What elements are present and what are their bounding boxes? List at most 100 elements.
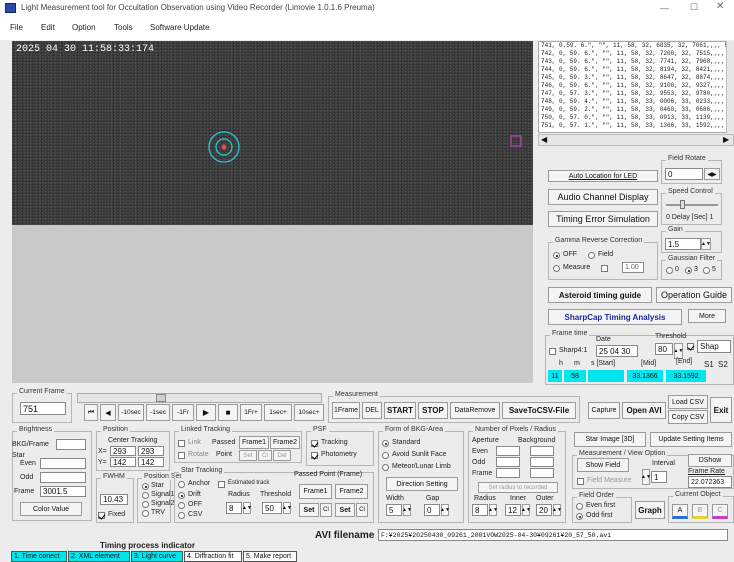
- direction-setting-button[interactable]: Direction Setting: [386, 477, 458, 491]
- sharp41-checkbox[interactable]: [549, 348, 556, 355]
- tracking-radius-input[interactable]: 8: [226, 502, 242, 514]
- gap-input[interactable]: 0: [424, 504, 440, 516]
- data-remove-button[interactable]: DataRemove: [450, 402, 500, 419]
- field-rotate-spinner[interactable]: ◀▶: [704, 168, 720, 180]
- linked-frame2-button[interactable]: Frame2: [270, 436, 300, 449]
- plus-10sec-button[interactable]: 10sec+: [294, 404, 324, 421]
- one-frame-button[interactable]: 1Frame: [332, 402, 360, 419]
- minus-1sec-button[interactable]: -1sec: [146, 404, 170, 421]
- menu-file[interactable]: File: [10, 23, 23, 32]
- estimated-track-checkbox[interactable]: [218, 481, 225, 488]
- load-csv-button[interactable]: Load CSV: [668, 395, 708, 409]
- exit-button[interactable]: Exit: [710, 397, 732, 423]
- csv-radio[interactable]: [178, 512, 185, 519]
- field-rotate-input[interactable]: 0: [665, 168, 703, 180]
- y-value-2[interactable]: 142: [138, 457, 164, 467]
- timing-error-simulation-button[interactable]: Timing Error Simulation: [548, 211, 658, 227]
- link-checkbox[interactable]: [178, 440, 185, 447]
- log-list[interactable]: 741, 0.59. 6.", "", 11, 58, 32, 6835, 32…: [538, 41, 734, 133]
- threshold-spinner[interactable]: ▲▼: [674, 343, 683, 359]
- ps-signal2-radio[interactable]: [142, 501, 149, 508]
- stop-playback-button[interactable]: ■: [218, 404, 238, 421]
- passed-cl2-button[interactable]: Cl: [356, 503, 368, 517]
- operation-guide-button[interactable]: Operation Guide: [656, 287, 732, 303]
- copy-csv-button[interactable]: Copy CSV: [668, 410, 708, 424]
- fixed-checkbox[interactable]: [98, 512, 105, 519]
- shap-checkbox[interactable]: [687, 343, 694, 350]
- step-xml-element[interactable]: 2. XML element: [68, 551, 130, 562]
- asteroid-timing-guide-button[interactable]: Asteroid timing guide: [548, 287, 652, 303]
- linked-del-button[interactable]: Del: [273, 450, 291, 461]
- object-a-button[interactable]: A: [672, 504, 688, 519]
- close-icon[interactable]: ✕: [716, 1, 724, 12]
- y-value-1[interactable]: 142: [110, 457, 136, 467]
- np-radius-input[interactable]: 8: [472, 504, 488, 516]
- linked-frame1-button[interactable]: Frame1: [239, 436, 269, 449]
- even-first-radio[interactable]: [576, 503, 583, 510]
- step-back-button[interactable]: ◀: [100, 404, 116, 421]
- step-time-conect[interactable]: 1. Time conect: [11, 551, 67, 562]
- speed-slider-thumb[interactable]: [680, 200, 685, 209]
- step-light-curve[interactable]: 3. Light curve: [131, 551, 183, 562]
- np-inner-input[interactable]: 12: [505, 504, 521, 516]
- update-setting-items-button[interactable]: Update Setting Items: [650, 432, 732, 447]
- passed-set1-button[interactable]: Set: [299, 503, 319, 517]
- linked-set-button[interactable]: Set: [239, 450, 257, 461]
- scroll-right-icon[interactable]: ▶: [723, 135, 729, 144]
- x-value-1[interactable]: 293: [110, 446, 136, 456]
- off-radio[interactable]: [178, 502, 185, 509]
- tracking-checkbox[interactable]: [311, 440, 318, 447]
- standard-radio[interactable]: [382, 440, 389, 447]
- photometry-checkbox[interactable]: [311, 452, 318, 459]
- graph-button[interactable]: Graph: [635, 501, 665, 519]
- play-button[interactable]: ▶: [196, 404, 216, 421]
- object-c-button[interactable]: C: [712, 504, 728, 519]
- avi-filename-field[interactable]: F:¥2025¥20250430_09261_2001VOW2025-04-30…: [378, 529, 728, 541]
- np-outer-input[interactable]: 20: [536, 504, 552, 516]
- gap-spinner[interactable]: ▲▼: [440, 504, 450, 516]
- passed-cl1-button[interactable]: Cl: [320, 503, 332, 517]
- gaussian-5-radio[interactable]: [703, 267, 710, 274]
- passed-frame2-button[interactable]: Frame2: [335, 484, 368, 499]
- meteor-lunar-radio[interactable]: [382, 464, 389, 471]
- step-diffraction-fit[interactable]: 4. Diffraction fit: [184, 551, 242, 562]
- s2-label[interactable]: S2: [718, 360, 728, 369]
- ps-trv-radio[interactable]: [142, 510, 149, 517]
- star-image-3d-button[interactable]: Star Image [3D]: [574, 432, 646, 447]
- avoid-sunlit-radio[interactable]: [382, 452, 389, 459]
- dshow-button[interactable]: DShow: [688, 454, 732, 467]
- speed-slider-track[interactable]: [666, 204, 718, 206]
- minus-1frame-button[interactable]: -1Fr: [172, 404, 194, 421]
- frame-scrollbar-thumb[interactable]: [156, 394, 166, 402]
- first-frame-button[interactable]: ⏮: [84, 404, 98, 421]
- np-radius-spinner[interactable]: ▲▼: [488, 504, 498, 516]
- frame-scrollbar[interactable]: [77, 393, 322, 403]
- ps-star-radio[interactable]: [142, 483, 149, 490]
- video-display[interactable]: 2025 04 30 11:58:33:174: [12, 41, 533, 225]
- date-input[interactable]: 25 04 30: [596, 345, 638, 357]
- plus-1frame-button[interactable]: 1Fr+: [240, 404, 262, 421]
- gain-input[interactable]: 1.5: [665, 238, 701, 250]
- drift-radio[interactable]: [178, 492, 185, 499]
- plus-1sec-button[interactable]: 1sec+: [264, 404, 292, 421]
- x-value-2[interactable]: 293: [138, 446, 164, 456]
- passed-set2-button[interactable]: Set: [335, 503, 355, 517]
- capture-button[interactable]: Capture: [588, 402, 620, 419]
- np-inner-spinner[interactable]: ▲▼: [521, 504, 531, 516]
- field-measure-checkbox[interactable]: [577, 478, 584, 485]
- color-value-button[interactable]: Color Value: [20, 502, 82, 516]
- menu-option[interactable]: Option: [72, 23, 96, 32]
- gaussian-3-radio[interactable]: [685, 267, 692, 274]
- gamma-value-checkbox[interactable]: [601, 265, 608, 272]
- interval-spinner[interactable]: ▲▼: [641, 469, 651, 485]
- linked-cl-button[interactable]: Cl: [258, 450, 272, 461]
- menu-edit[interactable]: Edit: [41, 23, 55, 32]
- gain-spinner[interactable]: ▲▼: [701, 238, 711, 250]
- anchor-radio[interactable]: [178, 481, 185, 488]
- gamma-measure-radio[interactable]: [553, 265, 560, 272]
- stop-measurement-button[interactable]: STOP: [418, 402, 448, 419]
- rotate-checkbox[interactable]: [178, 452, 185, 459]
- more-button[interactable]: More: [688, 309, 726, 323]
- open-avi-button[interactable]: Open AVI: [622, 402, 666, 419]
- ps-signal1-radio[interactable]: [142, 492, 149, 499]
